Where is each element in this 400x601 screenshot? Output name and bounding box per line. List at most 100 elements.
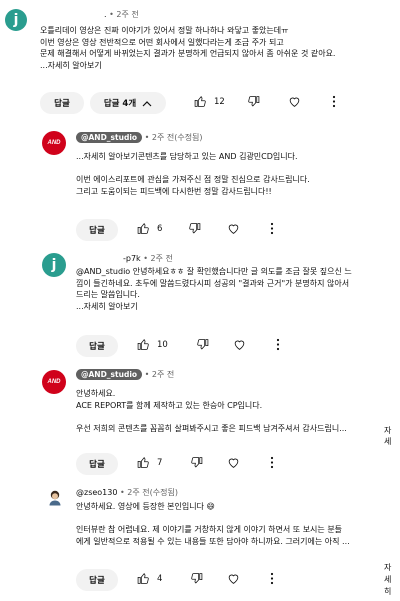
dislike-button[interactable] — [196, 338, 209, 351]
more-options-button[interactable] — [276, 338, 280, 351]
more-vert-icon — [270, 222, 274, 235]
separator-dot: • — [144, 133, 152, 142]
more-options-button[interactable] — [270, 456, 274, 469]
thumb-up-icon — [137, 222, 150, 235]
comment-line: ...자세히 알아보기콘텐츠를 담당하고 있는 AND 김광민CD입니다. — [76, 151, 310, 163]
read-more-link[interactable]: ...자세히 알아보기 — [76, 301, 352, 313]
like-count: 7 — [157, 457, 163, 468]
more-options-button[interactable] — [270, 222, 274, 235]
timestamp[interactable]: 2주 전(수정됨) — [127, 488, 178, 497]
thumb-down-icon — [196, 338, 209, 351]
comment-line: 안녕하세요. — [76, 389, 116, 398]
like-button[interactable]: 6 — [137, 222, 162, 235]
reply-button[interactable]: 답글 — [76, 219, 118, 241]
like-count: 4 — [157, 573, 163, 584]
like-count: 10 — [157, 339, 168, 350]
chevron-up-icon — [142, 100, 152, 107]
heart-button[interactable] — [288, 95, 301, 108]
username[interactable]: @zseo130 — [76, 488, 117, 497]
avatar[interactable]: j — [5, 9, 27, 31]
thumb-up-icon — [137, 456, 150, 469]
reply-button[interactable]: 답글 — [40, 92, 84, 114]
heart-icon — [227, 456, 240, 469]
comment-line-suffix: 콘텐츠를 담당하고 있는 AND 김광민CD입니다. — [137, 152, 298, 161]
comment-line — [76, 513, 350, 525]
comment-line: 오틀리데이 영상은 진짜 이야기가 있어서 정말 하나하나 와닿고 좋았는데ㅠ — [40, 26, 289, 35]
comment-body: 안녕하세요. 영상에 등장한 본인입니다 😄 인터뷰란 참 어렵네요. 제 이야… — [76, 501, 350, 547]
avatar[interactable]: AND — [42, 370, 66, 394]
heart-button[interactable] — [233, 338, 246, 351]
reply-button[interactable]: 답글 — [76, 335, 118, 357]
reply-label: 답글 — [89, 342, 105, 352]
dislike-button[interactable] — [190, 572, 203, 585]
comment-body: 오틀리데이 영상은 진짜 이야기가 있어서 정말 하나하나 와닿고 좋았는데ㅠ … — [40, 25, 335, 71]
comment-line: 안녕하세요. 영상에 등장한 본인입니다 😄 — [76, 502, 215, 511]
more-vert-icon — [332, 95, 336, 108]
comment-line: 이번 에이스리포트에 관심을 가져주신 점 정말 진심으로 감사드립니다. — [76, 175, 310, 184]
timestamp[interactable]: 2주 전 — [116, 10, 138, 19]
thumb-down-icon — [247, 95, 260, 108]
dislike-button[interactable] — [247, 95, 260, 108]
username[interactable]: . — [104, 10, 107, 19]
heart-button[interactable] — [227, 222, 240, 235]
reply-button[interactable]: 답글 — [76, 569, 118, 591]
more-vert-icon — [270, 456, 274, 469]
like-button[interactable]: 12 — [194, 95, 225, 108]
like-button[interactable]: 7 — [137, 456, 162, 469]
timestamp[interactable]: 2주 전 — [151, 254, 173, 263]
read-more-link[interactable]: ...자세히 알아보기 — [76, 152, 138, 161]
avatar[interactable]: j — [42, 253, 66, 277]
more-vert-icon — [270, 572, 274, 585]
comment-meta: . • 2주 전 — [104, 9, 139, 20]
thumb-down-icon — [190, 456, 203, 469]
reply-label: 답글 — [89, 576, 105, 586]
avatar-illustration — [49, 490, 61, 506]
toggle-replies-button[interactable]: 답글 4개 — [90, 92, 166, 114]
separator-dot: • — [143, 254, 151, 263]
avatar[interactable] — [44, 487, 66, 509]
thumb-down-icon — [190, 572, 203, 585]
dislike-button[interactable] — [188, 222, 201, 235]
comment-line: 그리고 도움이되는 피드백에 다시한번 정말 감사드립니다!! — [76, 186, 272, 196]
reply-button[interactable]: 답글 — [76, 453, 118, 475]
heart-icon — [227, 572, 240, 585]
comment-meta: @zseo130 • 2주 전(수정됨) — [76, 487, 178, 498]
heart-button[interactable] — [227, 572, 240, 585]
more-options-button[interactable] — [332, 95, 336, 108]
comment-meta: @AND_studio • 2주 전(수정됨) — [76, 132, 203, 143]
comment-line: ACE REPORT를 함께 제작하고 있는 한승아 CP입니다. — [76, 400, 263, 410]
replies-label: 답글 4개 — [103, 99, 137, 109]
separator-dot: • — [144, 370, 152, 379]
channel-owner-badge[interactable]: @AND_studio — [76, 369, 143, 380]
thumb-up-icon — [194, 95, 207, 108]
reply-label: 답글 — [89, 460, 105, 470]
timestamp[interactable]: 2주 전 — [152, 370, 174, 379]
heart-button[interactable] — [227, 456, 240, 469]
comment-line: 드리는 말씀입니다. — [76, 290, 140, 299]
avatar-letter: j — [51, 257, 57, 273]
reply-label: 답글 — [54, 99, 70, 109]
read-more-link[interactable]: ...자세히 알아보기 — [40, 60, 335, 72]
like-button[interactable]: 4 — [137, 572, 162, 585]
heart-icon — [288, 95, 301, 108]
username[interactable]: -p7k — [123, 254, 141, 263]
comment-body: 안녕하세요. ACE REPORT를 함께 제작하고 있는 한승아 CP입니다.… — [76, 388, 347, 434]
read-more-link[interactable]: 자 세 히 — [384, 562, 391, 598]
avatar-logo-text: AND — [47, 379, 61, 385]
thumb-up-icon — [137, 338, 150, 351]
like-button[interactable]: 10 — [137, 338, 168, 351]
comment-line — [76, 163, 310, 175]
avatar[interactable]: AND — [42, 131, 66, 155]
more-options-button[interactable] — [270, 572, 274, 585]
comment-line: 문제 해결해서 어떻게 바뀌었는지 결과가 분명하게 언급되지 않아서 좀 아쉬… — [40, 49, 336, 58]
timestamp[interactable]: 2주 전(수정됨) — [152, 133, 203, 142]
reply-label: 답글 — [89, 226, 105, 236]
comment-body: @AND_studio 안녕하세요ㅎㅎ 잘 확인했습니다만 글 의도를 조금 잘… — [76, 266, 352, 312]
like-count: 6 — [157, 223, 163, 234]
channel-owner-badge[interactable]: @AND_studio — [76, 132, 143, 143]
dislike-button[interactable] — [190, 456, 203, 469]
comment-meta: @AND_studio • 2주 전 — [76, 369, 174, 380]
comment-line — [76, 411, 347, 423]
thumb-up-icon — [137, 572, 150, 585]
read-more-link[interactable]: 자 세 — [384, 425, 391, 447]
